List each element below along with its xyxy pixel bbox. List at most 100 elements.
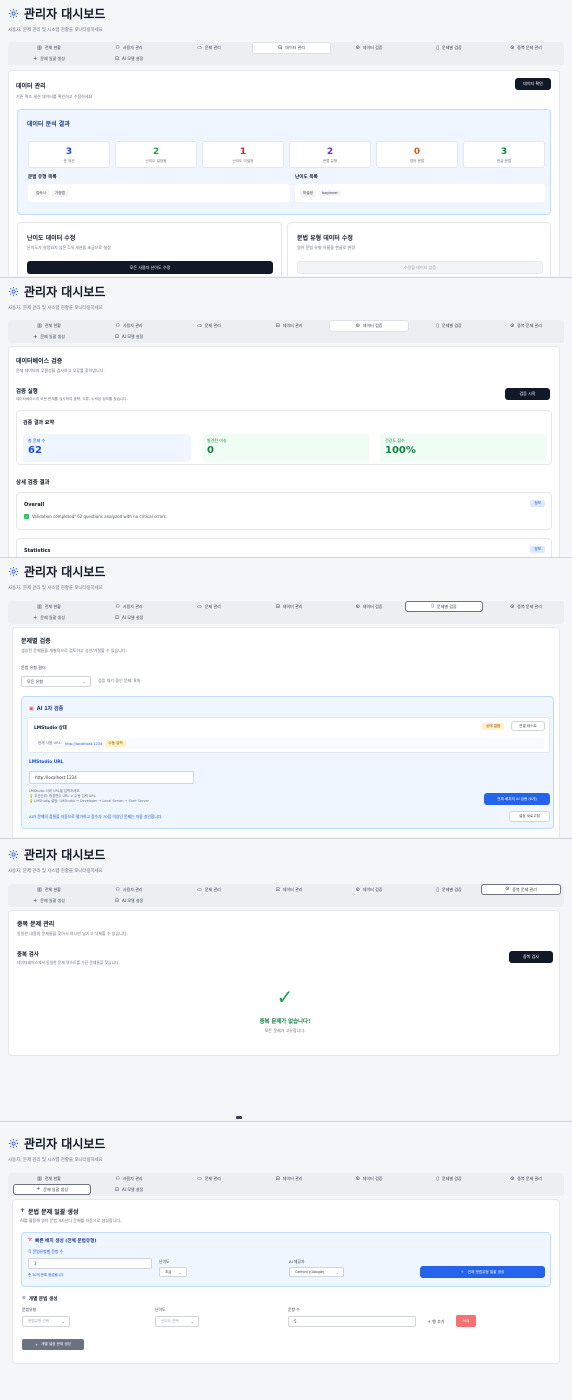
gear-icon [8,8,19,19]
tab-overview[interactable]: ▥ 전체 현황 [13,321,85,331]
users-icon: ⚇ [115,322,120,329]
analysis-title: 데이터 분석 결과 [27,121,70,128]
tab-ai-model[interactable]: ⊡ AI 모델 설정 [93,896,165,906]
tab-users[interactable]: ⚇ 사용자 관리 [93,885,165,895]
chip-icon: ⊡ [114,55,119,62]
book-icon: ▭ [197,322,202,329]
tab-questions[interactable]: ▭ 문제 관리 [173,43,245,53]
lmstudio-url-input[interactable]: http://localhost:1234 [29,771,194,784]
window-resize-handle[interactable] [236,1116,242,1119]
tab-duplicates[interactable]: ⊛ 중복 문제 관리 [490,43,562,53]
section-subtitle: 문제 데이터의 무결성을 검사하고 오류를 찾아냅니다. [16,368,105,373]
provider-label: AI 제공자 [289,1259,305,1264]
ai-provider-select[interactable]: Gemini (Google) ⌄ [289,1267,344,1277]
tab-ai-model[interactable]: ⊡ AI 모델 설정 [93,54,165,64]
tab-overview[interactable]: ▥ 전체 현황 [13,1174,85,1184]
tab-data-management[interactable]: ⊟ 데이터 관리 [253,43,330,53]
tab-overview[interactable]: ▥ 전체 현황 [13,602,85,612]
tab-ai-model[interactable]: ⊡ AI 모델 설정 [93,1185,165,1195]
tab-questions[interactable]: ▭ 문제 관리 [173,1174,245,1184]
tab-duplicates[interactable]: ⊛ 중복 문제 관리 [481,884,561,895]
run-title: 검증 실행 [16,389,38,395]
tab-bulk-generate[interactable]: + 문제 일괄 생성 [13,332,85,342]
generate-individual-button[interactable]: + 개별 설정 문제 생성 [22,1339,84,1350]
tab-data-management[interactable]: ⊟ 데이터 관리 [253,321,325,331]
page-subtitle: 사용자, 문제 관리 및 시스템 현황을 모니터링하세요 [8,1158,103,1163]
tab-question-validation[interactable]: ▯ 문제별 검증 [405,601,483,612]
lmstudio-status-box: LMStudio 상태 상태 없음 연결 테스트 현재 사용 URL: http:… [27,717,550,753]
tab-users[interactable]: ⚇ 사용자 관리 [93,43,165,53]
header: 관리자 대시보드 사용자, 문제 관리 및 시스템 현황을 모니터링하세요 [8,846,105,874]
bar-chart-icon: ▥ [37,322,42,329]
tab-users[interactable]: ⚇ 사용자 관리 [93,602,165,612]
stat-grammar-types: 2 문법 유형 [289,141,371,168]
fix-grammar-button[interactable]: 수정할 데이터 없음 [297,261,543,274]
tab-data-validation[interactable]: ⊛ 데이터 검증 [333,885,405,895]
tab-data-management[interactable]: ⊟ 데이터 관리 [253,885,325,895]
chip-icon: ⊡ [114,897,119,904]
check-circle-icon: ⊛ [355,44,360,51]
individual-difficulty-select[interactable]: 난이도 선택 ⌄ [155,1316,199,1327]
no-duplicates-title: 중복 문제가 없습니다! [259,1019,311,1025]
tab-question-validation[interactable]: ▯ 문제별 검증 [413,321,485,331]
current-url-row: 현재 사용 URL: http://localhost:1234 수동 입력 [34,738,544,749]
plus-icon: + [36,1186,41,1192]
book-open-icon: ▯ [436,322,440,329]
tab-data-validation[interactable]: ⊛ 데이터 검증 [333,602,405,612]
tab-bulk-generate[interactable]: + 문제 일괄 생성 [13,1184,91,1195]
connection-test-button[interactable]: 연결 테스트 [511,721,545,731]
tab-overview[interactable]: ▥ 전체 현황 [13,43,85,53]
summary-total: 총 문제 수 62 [23,434,191,462]
grammar-type-select[interactable]: 문법유형 선택 ⌄ [22,1316,70,1327]
tab-users[interactable]: ⚇ 사용자 관리 [93,1174,165,1184]
tab-bulk-generate[interactable]: + 문제 일괄 생성 [13,54,85,64]
duplicate-check-button[interactable]: 중복 검사 [509,951,553,963]
reset-settings-button[interactable]: 설정 새로고침 [509,811,550,822]
difficulty-select[interactable]: 초급 ⌄ [159,1267,187,1277]
gear-icon [8,566,19,577]
tab-data-validation[interactable]: ⊛ 데이터 검증 [330,321,408,331]
tab-bulk-generate[interactable]: + 문제 일괄 생성 [13,896,85,906]
start-validation-button[interactable]: 검증 시작 [505,388,550,400]
tab-questions[interactable]: ▭ 문제 관리 [173,885,245,895]
summary-title: 검증 결과 요약 [23,420,55,426]
batch-ai-validate-button[interactable]: 전체 배치의 AI 검증 (8개) [484,793,550,805]
delete-button[interactable]: 삭제 [456,1315,476,1327]
tab-users[interactable]: ⚇ 사용자 관리 [93,321,165,331]
tab-data-management[interactable]: ⊟ 데이터 관리 [253,1174,325,1184]
section-subtitle: 동일한 내용의 문제들을 찾아서 하나만 남기고 삭제할 수 있습니다. [17,931,128,936]
fix-difficulty-button[interactable]: 모든 사용자 난이도 수정 [27,261,273,274]
question-count-label: 문항 수 [288,1307,300,1312]
question-count-input[interactable]: 5 [288,1316,416,1327]
tab-ai-model[interactable]: ⊡ AI 모델 설정 [93,332,165,342]
screenshot-question-validation: 관리자 대시보드 사용자, 문제 관리 및 시스템 현황을 모니터링하세요 ▥ 전… [0,557,572,837]
tab-questions[interactable]: ▭ 문제 관리 [173,602,245,612]
plus-icon: + [33,614,38,621]
users-icon: ⚇ [115,603,120,610]
page-title: 관리자 대시보드 [24,1137,106,1151]
tab-question-validation[interactable]: ▯ 문제별 검증 [413,43,485,53]
bar-chart-icon: ▥ [37,44,42,51]
generate-all-grammar-button[interactable]: + 전체 문법유형 일괄 생성 [420,1266,545,1278]
tab-question-validation[interactable]: ▯ 문제별 검증 [413,885,485,895]
gear-icon [8,1138,19,1149]
tab-duplicates[interactable]: ⊛ 중복 문제 관리 [490,321,562,331]
tab-bulk-generate[interactable]: + 문제 일괄 생성 [13,613,85,623]
tab-duplicates[interactable]: ⊛ 중복 문제 관리 [490,602,562,612]
count-per-grammar-input[interactable]: 3 [28,1258,152,1269]
check-circle-icon: ⊛ [355,886,360,893]
header: 관리자 대시보드 사용자, 문제 관리 및 시스템 현황을 모니터링하세요 [8,1135,105,1163]
stat-korean-grammar: 3 한글 문법 [463,141,545,168]
tab-data-validation[interactable]: ⊛ 데이터 검증 [333,1174,405,1184]
tab-data-management[interactable]: ⊟ 데이터 관리 [253,602,325,612]
tab-ai-model[interactable]: ⊡ AI 모델 설정 [93,613,165,623]
tab-questions[interactable]: ▭ 문제 관리 [173,321,245,331]
tab-duplicates[interactable]: ⊛ 중복 문제 관리 [490,1174,562,1184]
check-data-button[interactable]: 데이터 확인 [515,78,551,90]
check-circle-icon: ⊛ [355,322,360,329]
add-row-button[interactable]: + 행 추가 [422,1316,450,1327]
tab-question-validation[interactable]: ▯ 문제별 검증 [413,1174,485,1184]
tab-overview[interactable]: ▥ 전체 현황 [13,885,85,895]
tab-data-validation[interactable]: ⊛ 데이터 검증 [333,43,405,53]
grammar-filter-select[interactable]: 모든 유형 ⌄ [21,676,91,687]
